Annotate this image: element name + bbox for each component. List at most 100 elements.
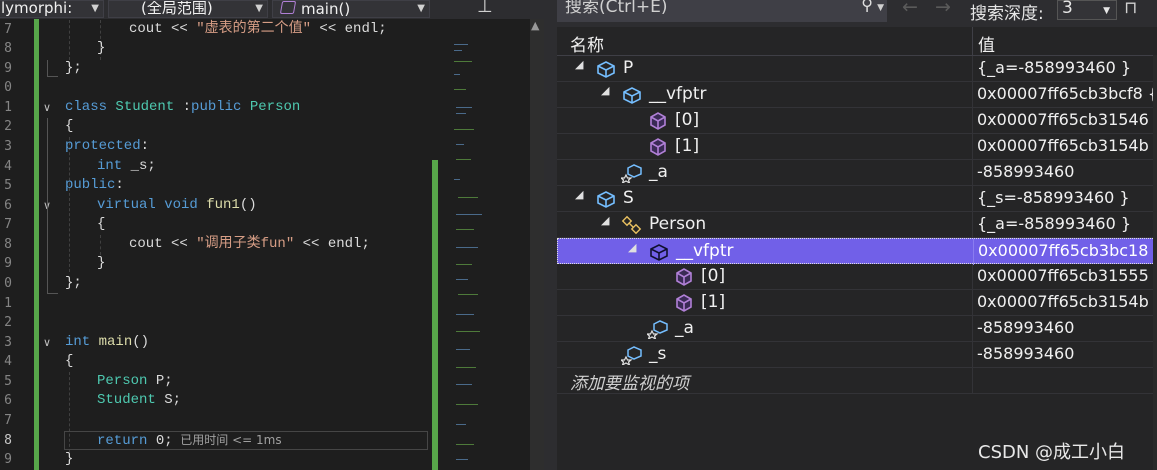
code-token: S; [155, 392, 182, 408]
keyword: protected [65, 138, 141, 154]
watch-value[interactable]: {_a=-858993460 } [977, 58, 1131, 77]
code-line[interactable]: } [97, 39, 105, 58]
fold-line [47, 215, 48, 275]
collapse-icon[interactable]: ◢ [601, 214, 609, 227]
keyword: int [65, 334, 91, 350]
watch-row[interactable]: _a -858993460 [557, 160, 1157, 186]
code-token: () [132, 334, 150, 350]
function-dropdown[interactable]: main() ▼ [272, 0, 430, 18]
keyword: virtual [97, 197, 156, 213]
code-line[interactable]: } [97, 254, 105, 273]
watch-value[interactable]: 0x00007ff65cb3bcf8 {P [977, 84, 1157, 103]
watch-value[interactable]: {_a=-858993460 } [977, 214, 1131, 233]
code-line[interactable]: virtual void fun1() [97, 196, 257, 215]
watch-row[interactable]: ◢ __vfptr 0x00007ff65cb3bcf8 {P [557, 82, 1157, 108]
watch-row[interactable]: ◢ Person {_a=-858993460 } [557, 212, 1157, 238]
code-line[interactable]: class Student :public Person [65, 98, 300, 117]
watermark: CSDN @成工小白 [978, 442, 1126, 463]
watch-value[interactable]: 0x00007ff65cb31546 { [977, 110, 1157, 129]
search-depth-dropdown[interactable]: 3 ▼ [1057, 0, 1117, 20]
add-watch-label[interactable]: 添加要监视的项 [570, 369, 689, 394]
code-line[interactable]: { [65, 117, 73, 136]
protected-field-icon [621, 164, 642, 183]
watch-row[interactable]: [1] 0x00007ff65cb3154b { [557, 134, 1157, 160]
function-dropdown-label: main() [301, 0, 351, 18]
watch-name: [1] [701, 292, 726, 312]
code-token: cout [129, 236, 163, 252]
code-line[interactable]: return 0; 已用时间 <= 1ms [97, 431, 282, 451]
watch-scrollbar[interactable] [1153, 55, 1157, 470]
watch-value[interactable]: -858993460 [977, 162, 1074, 181]
watch-row[interactable]: [0] 0x00007ff65cb31546 { [557, 108, 1157, 134]
scope-dropdown[interactable]: (全局范围) ▼ [108, 0, 268, 18]
collapse-icon[interactable]: ◢ [575, 58, 583, 71]
project-dropdown[interactable]: lymorphi: ▼ [0, 0, 104, 18]
code-line[interactable]: Person P; [97, 372, 173, 391]
column-header-name[interactable]: 名称 [570, 31, 604, 56]
pane-splitter[interactable] [544, 0, 557, 470]
watch-name: _a [649, 162, 668, 182]
string-literal: "虚表的第二个值" [196, 21, 312, 37]
view-options-icon[interactable]: ⊓ [1124, 0, 1137, 18]
type-name: Student [97, 392, 156, 408]
collapse-icon[interactable]: ◢ [601, 84, 609, 97]
code-line[interactable]: }; [65, 274, 82, 293]
code-editor[interactable]: lymorphi: ▼ (全局范围) ▼ main() ▼ ⊥ 7 8 9 0 … [0, 0, 547, 470]
scroll-up-icon[interactable]: ▲ [531, 19, 539, 32]
watch-row[interactable]: ◢ P {_a=-858993460 } [557, 56, 1157, 82]
code-line[interactable]: }; [65, 59, 82, 78]
line-number: 7 [4, 22, 12, 37]
code-line[interactable]: protected: [65, 137, 149, 156]
watch-row[interactable]: ◢ S {_s=-858993460 } [557, 186, 1157, 212]
code-line[interactable]: public: [65, 176, 124, 195]
watch-value[interactable]: 0x00007ff65cb31555 { [977, 266, 1157, 285]
search-icon[interactable]: ⚲ [861, 0, 873, 13]
string-literal: "调用子类fun" [196, 236, 295, 252]
watch-value[interactable]: {_s=-858993460 } [977, 188, 1130, 207]
minimap-viewport-indicator[interactable] [432, 160, 438, 470]
collapse-icon[interactable]: ◢ [628, 241, 636, 254]
code-minimap[interactable] [432, 19, 530, 470]
code-line[interactable]: Student S; [97, 391, 181, 410]
type-name: Student [107, 99, 183, 115]
code-line[interactable]: } [65, 450, 73, 469]
watch-row-selected[interactable]: ◢ __vfptr 0x00007ff65cb3bc18 { [557, 238, 1157, 265]
fold-toggle-icon[interactable]: ∨ [43, 333, 51, 352]
code-line[interactable]: { [97, 215, 105, 234]
line-number: 8 [4, 237, 12, 252]
code-line[interactable]: int main() [65, 333, 149, 352]
watch-row[interactable]: _s -858993460 [557, 342, 1157, 368]
watch-row[interactable]: _a -858993460 [557, 316, 1157, 342]
watch-value[interactable]: 0x00007ff65cb3154b { [977, 292, 1157, 311]
code-token: : [182, 99, 192, 115]
fold-toggle-icon[interactable]: ∨ [43, 98, 51, 117]
code-line[interactable]: int _s; [97, 157, 156, 176]
split-window-icon[interactable]: ⊥ [477, 0, 493, 17]
code-line[interactable]: { [65, 352, 73, 371]
change-tracking-bar [34, 19, 39, 470]
watch-value[interactable]: -858993460 [977, 344, 1074, 363]
function-icon [279, 1, 297, 14]
watch-value[interactable]: -858993460 [977, 318, 1074, 337]
watch-search-input[interactable]: 搜索(Ctrl+E) ⚲ ▼ [557, 0, 887, 22]
search-next-icon[interactable]: → [935, 0, 951, 18]
method-icon [650, 112, 666, 130]
add-watch-row[interactable]: 添加要监视的项 [557, 367, 1157, 394]
watch-row[interactable]: [1] 0x00007ff65cb3154b { [557, 290, 1157, 316]
keyword: int [97, 158, 123, 174]
chevron-down-icon[interactable]: ▼ [877, 1, 884, 15]
column-header-value[interactable]: 值 [978, 31, 995, 56]
code-line[interactable]: cout << "调用子类fun" << endl; [129, 235, 370, 254]
code-token: cout [129, 21, 163, 37]
method-icon [676, 268, 692, 286]
line-number: 1 [4, 100, 12, 115]
keyword: return [97, 433, 148, 449]
editor-scrollbar[interactable]: ▲ [530, 19, 544, 470]
watch-value[interactable]: 0x00007ff65cb3bc18 { [978, 241, 1157, 260]
collapse-icon[interactable]: ◢ [575, 188, 583, 201]
watch-value[interactable]: 0x00007ff65cb3154b { [977, 136, 1157, 155]
code-line[interactable]: cout << "虚表的第二个值" << endl; [129, 20, 387, 39]
search-previous-icon[interactable]: ← [902, 0, 918, 18]
watch-row[interactable]: [0] 0x00007ff65cb31555 { [557, 264, 1157, 290]
watch-name: S [623, 188, 634, 208]
